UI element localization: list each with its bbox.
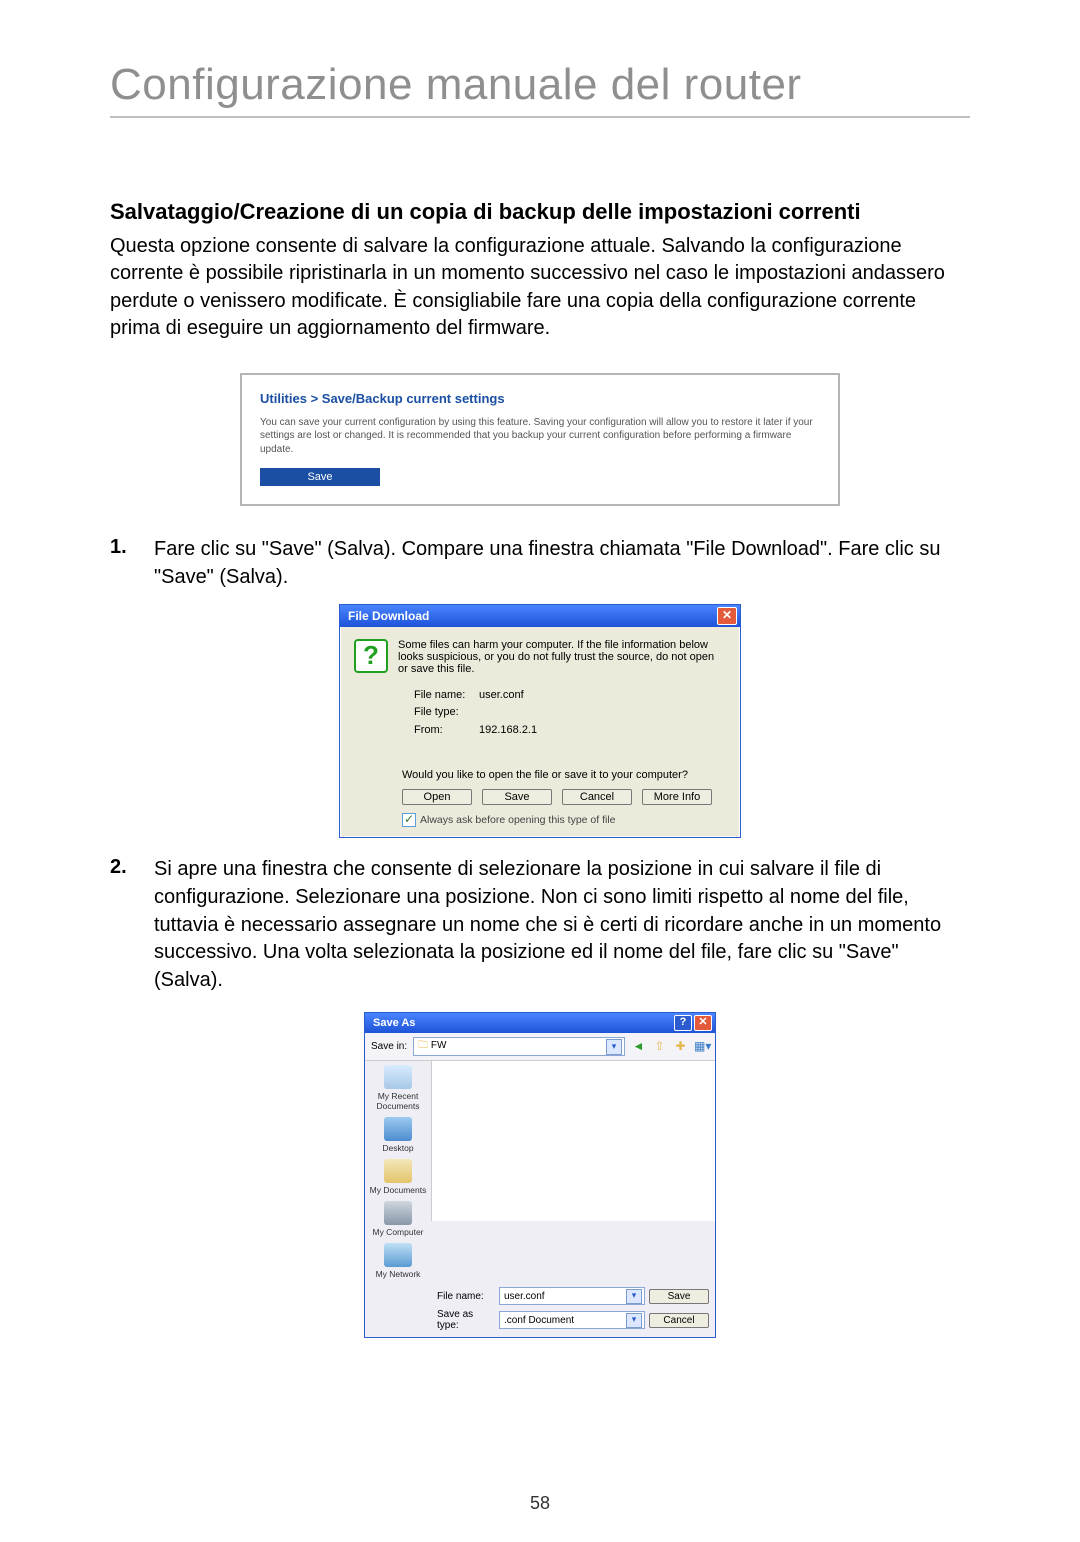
page-title: Configurazione manuale del router bbox=[110, 60, 970, 118]
question-icon: ? bbox=[354, 639, 388, 673]
panel-description: You can save your current configuration … bbox=[260, 416, 820, 457]
section-heading: Salvataggio/Creazione di un copia di bac… bbox=[110, 198, 970, 227]
list-number: 2. bbox=[110, 856, 136, 994]
documents-icon bbox=[384, 1159, 412, 1183]
file-name-value: user.conf bbox=[479, 689, 524, 701]
dialog-question: Would you like to open the file or save … bbox=[402, 769, 726, 781]
cancel-button[interactable]: Cancel bbox=[562, 789, 632, 805]
from-value: 192.168.2.1 bbox=[479, 724, 537, 736]
network-icon bbox=[384, 1243, 412, 1267]
cancel-button[interactable]: Cancel bbox=[649, 1313, 709, 1328]
chevron-down-icon: ▾ bbox=[626, 1313, 642, 1328]
section-body: Questa opzione consente di salvare la co… bbox=[110, 233, 970, 343]
list-text: Fare clic su "Save" (Salva). Compare una… bbox=[154, 536, 970, 591]
folder-icon: 🗀 bbox=[418, 1040, 428, 1051]
chevron-down-icon: ▾ bbox=[606, 1039, 622, 1055]
save-as-dialog: Save As ? ✕ Save in: 🗀 FW ▾ ◄ ⇧ ✚ ▦▾ My … bbox=[364, 1012, 716, 1338]
up-icon[interactable]: ⇧ bbox=[652, 1039, 667, 1054]
file-name-label: File name: bbox=[437, 1291, 495, 1302]
list-text: Si apre una finestra che consente di sel… bbox=[154, 856, 970, 994]
save-in-value: FW bbox=[431, 1040, 447, 1051]
computer-icon bbox=[384, 1201, 412, 1225]
recent-icon bbox=[384, 1065, 412, 1089]
save-in-label: Save in: bbox=[371, 1041, 407, 1052]
save-in-dropdown[interactable]: 🗀 FW ▾ bbox=[413, 1037, 625, 1056]
from-label: From: bbox=[414, 722, 479, 740]
new-folder-icon[interactable]: ✚ bbox=[673, 1039, 688, 1054]
sidebar-item-recent[interactable]: My Recent Documents bbox=[365, 1065, 431, 1111]
file-name-label: File name: bbox=[414, 687, 479, 705]
dialog-warning: Some files can harm your computer. If th… bbox=[398, 639, 726, 675]
list-number: 1. bbox=[110, 536, 136, 591]
always-ask-checkbox[interactable]: ✓ bbox=[402, 813, 416, 827]
view-icon[interactable]: ▦▾ bbox=[694, 1039, 709, 1054]
sidebar-item-desktop[interactable]: Desktop bbox=[382, 1117, 413, 1153]
save-button[interactable]: Save bbox=[649, 1289, 709, 1304]
file-download-dialog: File Download ✕ ? Some files can harm yo… bbox=[339, 604, 741, 839]
file-list[interactable] bbox=[431, 1061, 715, 1221]
help-icon[interactable]: ? bbox=[674, 1015, 692, 1031]
list-item: 1. Fare clic su "Save" (Salva). Compare … bbox=[110, 536, 970, 591]
close-icon[interactable]: ✕ bbox=[717, 607, 737, 625]
save-button[interactable]: Save bbox=[260, 468, 380, 486]
list-item: 2. Si apre una finestra che consente di … bbox=[110, 856, 970, 994]
page-number: 58 bbox=[0, 1493, 1080, 1514]
breadcrumb: Utilities > Save/Backup current settings bbox=[260, 391, 820, 406]
dialog-title: Save As bbox=[373, 1017, 415, 1029]
save-button[interactable]: Save bbox=[482, 789, 552, 805]
file-type-label: File type: bbox=[414, 704, 479, 722]
sidebar-item-mycomputer[interactable]: My Computer bbox=[372, 1201, 423, 1237]
close-icon[interactable]: ✕ bbox=[694, 1015, 712, 1031]
desktop-icon bbox=[384, 1117, 412, 1141]
dialog-titlebar: Save As ? ✕ bbox=[365, 1013, 715, 1033]
open-button[interactable]: Open bbox=[402, 789, 472, 805]
save-type-label: Save as type: bbox=[437, 1309, 495, 1331]
router-settings-panel: Utilities > Save/Backup current settings… bbox=[240, 373, 840, 507]
sidebar-item-mynetwork[interactable]: My Network bbox=[376, 1243, 421, 1279]
back-icon[interactable]: ◄ bbox=[631, 1039, 646, 1054]
checkbox-label: Always ask before opening this type of f… bbox=[420, 814, 616, 826]
dialog-title: File Download bbox=[348, 609, 429, 623]
file-name-input[interactable]: user.conf ▾ bbox=[499, 1287, 645, 1305]
save-type-dropdown[interactable]: .conf Document ▾ bbox=[499, 1311, 645, 1329]
dialog-titlebar: File Download ✕ bbox=[340, 605, 740, 627]
chevron-down-icon: ▾ bbox=[626, 1289, 642, 1304]
more-info-button[interactable]: More Info bbox=[642, 789, 712, 805]
sidebar-item-mydocuments[interactable]: My Documents bbox=[370, 1159, 427, 1195]
